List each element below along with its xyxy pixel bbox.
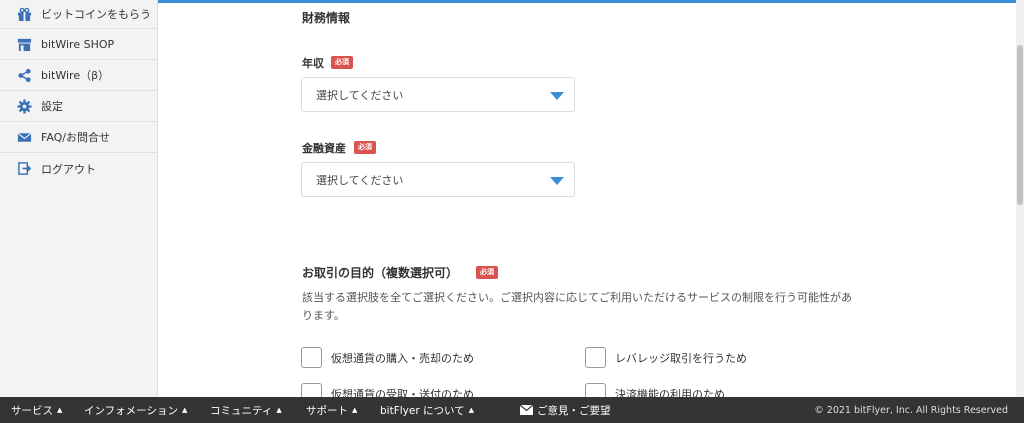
financial-assets-value: 選択してください: [316, 173, 404, 187]
sidebar-item-label: bitWire（β）: [41, 69, 110, 82]
caret-up-icon: ▲: [352, 406, 358, 414]
annual-income-label: 年収: [302, 57, 324, 70]
checkbox[interactable]: [301, 347, 322, 368]
share-icon: [16, 67, 32, 83]
section-title: 財務情報: [302, 11, 351, 25]
chevron-down-icon: [550, 177, 564, 185]
footer-nav-about[interactable]: bitFlyer について ▲: [380, 397, 474, 423]
copyright-text: © 2021 bitFlyer, Inc. All Rights Reserve…: [814, 404, 1008, 416]
annual-income-select[interactable]: 選択してください: [301, 77, 575, 112]
purpose-label: お取引の目的（複数選択可）: [302, 266, 459, 280]
chevron-down-icon: [550, 92, 564, 100]
feedback-label: ご意見・ご要望: [537, 404, 611, 417]
option-label: 仮想通貨の購入・売却のため: [331, 351, 474, 365]
gift-icon: [16, 6, 32, 22]
mail-icon: [16, 129, 32, 145]
page-scrollbar[interactable]: [1016, 0, 1024, 397]
purpose-description: 該当する選択肢を全てご選択ください。ご選択内容に応じてご利用いただけるサービスの…: [302, 289, 872, 325]
sidebar-item-label: bitWire SHOP: [41, 37, 115, 51]
purpose-option-leverage[interactable]: レバレッジ取引を行うため: [585, 347, 747, 368]
sidebar-item-logout[interactable]: ログアウト: [0, 153, 157, 184]
financial-assets-label: 金融資産: [302, 142, 346, 155]
purpose-option-payment[interactable]: 決済機能の利用のため: [585, 383, 725, 397]
sidebar-item-get-bitcoin[interactable]: ビットコインをもらう: [0, 0, 157, 29]
required-badge: 必須: [331, 56, 353, 69]
footer-nav-support[interactable]: サポート ▲: [306, 397, 357, 423]
financial-assets-select[interactable]: 選択してください: [301, 162, 575, 197]
scrollbar-thumb[interactable]: [1017, 45, 1023, 205]
caret-up-icon: ▲: [57, 406, 63, 414]
checkbox[interactable]: [585, 383, 606, 397]
footer-feedback-link[interactable]: ご意見・ご要望: [520, 397, 611, 423]
logout-icon: [16, 161, 32, 177]
purpose-option-receive-send[interactable]: 仮想通貨の受取・送付のため: [301, 383, 474, 397]
sidebar-item-label: 設定: [41, 100, 63, 113]
purpose-option-buy-sell[interactable]: 仮想通貨の購入・売却のため: [301, 347, 474, 368]
sidebar-item-label: ログアウト: [41, 162, 96, 176]
sidebar-item-settings[interactable]: 設定: [0, 91, 157, 122]
footer-nav-information[interactable]: インフォメーション ▲: [84, 397, 187, 423]
footer-nav-community[interactable]: コミュニティ ▲: [210, 397, 282, 423]
caret-up-icon: ▲: [181, 406, 188, 414]
option-label: レバレッジ取引を行うため: [615, 351, 747, 365]
sidebar-item-bitwire-shop[interactable]: bitWire SHOP: [0, 29, 157, 60]
sidebar-item-label: FAQ/お問合せ: [41, 131, 111, 144]
main-content: 財務情報 年収 必須 選択してください 金融資産 必須 選択してください お取引…: [158, 0, 1016, 397]
sidebar: ビットコインをもらう bitWire SHOP bitWire（β） 設定 FA…: [0, 0, 158, 397]
gear-icon: [16, 98, 32, 114]
sidebar-item-faq[interactable]: FAQ/お問合せ: [0, 122, 157, 153]
caret-up-icon: ▲: [468, 406, 475, 414]
footer-nav-services[interactable]: サービス ▲: [11, 397, 62, 423]
footer-bar: サービス ▲ インフォメーション ▲ コミュニティ ▲ サポート ▲ bitFlyer …: [0, 397, 1024, 423]
option-label: 決済機能の利用のため: [615, 387, 725, 398]
footer-nav-label: bitFlyer について: [380, 404, 465, 417]
footer-nav-label: サービス: [11, 404, 53, 417]
caret-up-icon: ▲: [276, 406, 282, 414]
purpose-description-line-2: ります。: [302, 309, 345, 322]
checkbox[interactable]: [585, 347, 606, 368]
mail-icon: [520, 405, 533, 415]
footer-nav-label: サポート: [306, 404, 348, 417]
sidebar-item-bitwire-beta[interactable]: bitWire（β）: [0, 60, 157, 91]
checkbox[interactable]: [301, 383, 322, 397]
sidebar-item-label: ビットコインをもらう: [41, 8, 151, 21]
footer-nav-label: コミュニティ: [210, 404, 273, 417]
footer-nav-label: インフォメーション: [84, 404, 178, 417]
purpose-description-line-1: 該当する選択肢を全てご選択ください。ご選択内容に応じてご利用いただけるサービスの…: [302, 291, 852, 304]
shop-icon: [16, 36, 32, 52]
option-label: 仮想通貨の受取・送付のため: [331, 387, 474, 398]
required-badge: 必須: [476, 266, 498, 279]
required-badge: 必須: [354, 141, 376, 154]
annual-income-value: 選択してください: [316, 88, 404, 102]
